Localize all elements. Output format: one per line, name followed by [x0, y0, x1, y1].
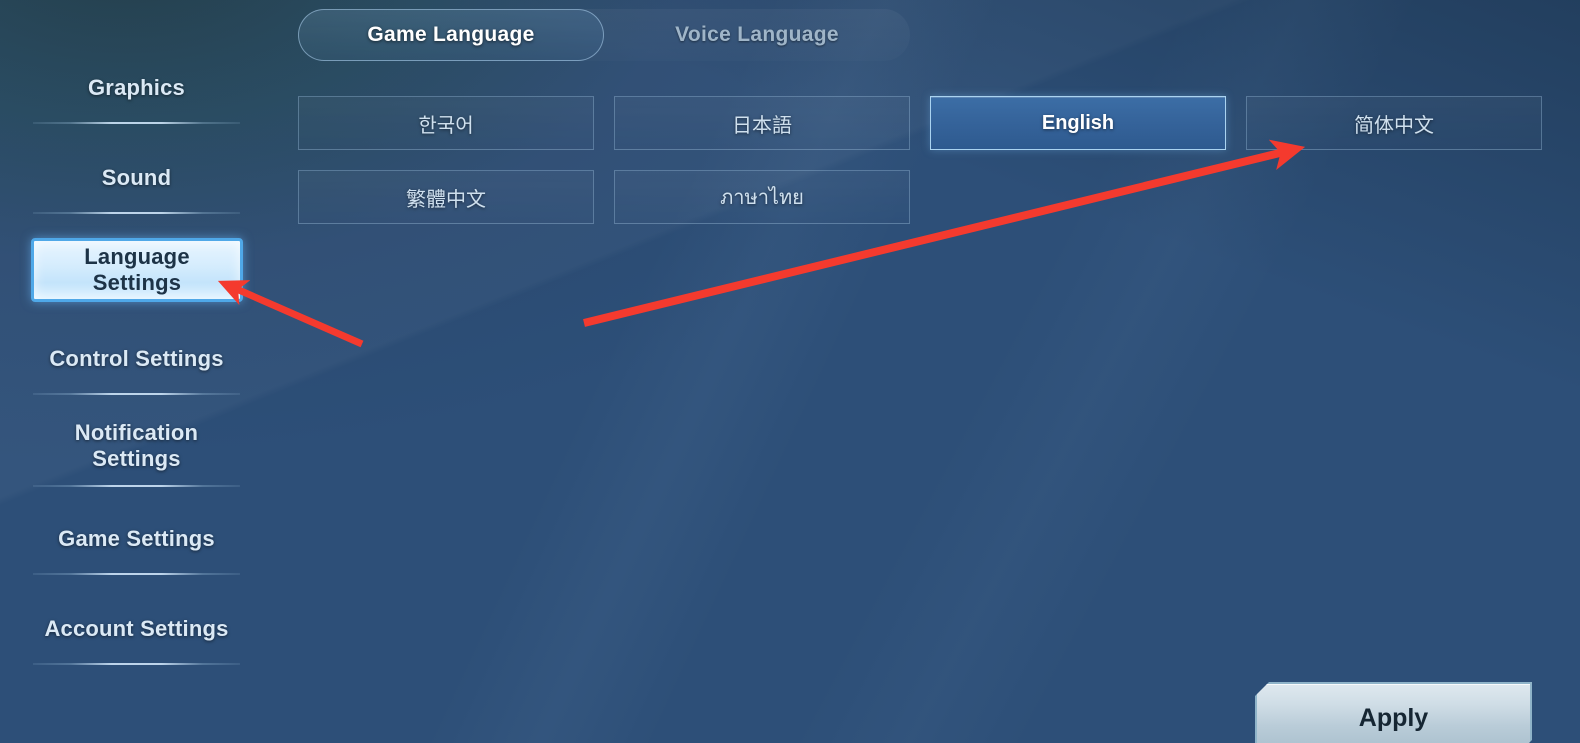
language-option-korean[interactable]: 한국어: [298, 96, 594, 150]
language-option-english[interactable]: English: [930, 96, 1226, 150]
language-option-traditional-chinese[interactable]: 繁體中文: [298, 170, 594, 224]
settings-screen: Graphics Sound Language Settings Control…: [0, 0, 1580, 743]
sidebar-divider-1: [33, 122, 240, 124]
apply-button[interactable]: Apply: [1255, 682, 1532, 743]
sidebar-item-account-settings[interactable]: Account Settings: [33, 609, 240, 649]
language-option-japanese[interactable]: 日本語: [614, 96, 910, 150]
language-option-thai[interactable]: ภาษาไทย: [614, 170, 910, 224]
sidebar-divider-5: [33, 573, 240, 575]
sidebar-divider-2: [33, 212, 240, 214]
sidebar-divider-4: [33, 485, 240, 487]
sidebar-item-notification-settings[interactable]: Notification Settings: [33, 414, 240, 478]
language-option-simplified-chinese[interactable]: 简体中文: [1246, 96, 1542, 150]
sidebar-item-game-settings[interactable]: Game Settings: [33, 519, 240, 559]
language-options-grid: 한국어 日本語 English 简体中文 繁體中文 ภาษาไทย: [298, 96, 1543, 224]
language-tab-bar: Game Language Voice Language: [298, 9, 910, 61]
tab-game-language[interactable]: Game Language: [298, 9, 604, 61]
settings-sidebar: Graphics Sound Language Settings Control…: [0, 0, 272, 743]
tab-voice-language[interactable]: Voice Language: [604, 9, 910, 61]
sidebar-item-language-settings[interactable]: Language Settings: [31, 238, 243, 302]
sidebar-item-sound[interactable]: Sound: [33, 158, 240, 198]
sidebar-divider-6: [33, 663, 240, 665]
sidebar-divider-3: [33, 393, 240, 395]
sidebar-item-control-settings[interactable]: Control Settings: [33, 339, 240, 379]
sidebar-item-graphics[interactable]: Graphics: [33, 68, 240, 108]
